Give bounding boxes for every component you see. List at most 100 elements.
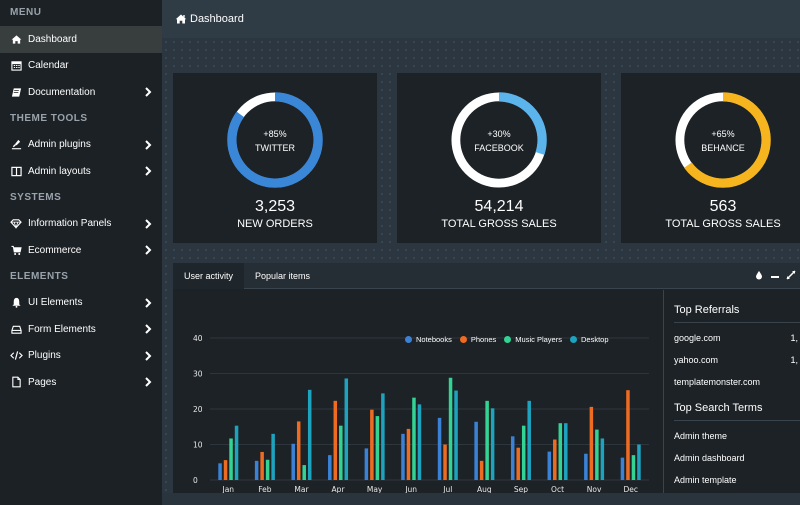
bar-desktop[interactable] (637, 444, 641, 481)
sidebar-item-documentation[interactable]: Documentation (0, 79, 162, 106)
referral-site: yahoo.com (674, 355, 719, 365)
search-term-row[interactable]: Admin dashboard (674, 447, 800, 469)
sidebar-item-pages[interactable]: Pages (0, 369, 162, 396)
bar-notebooks[interactable] (510, 436, 515, 480)
bar-phones[interactable] (479, 460, 484, 480)
color-drop-icon[interactable] (754, 270, 764, 280)
legend-item[interactable]: Desktop (569, 335, 609, 344)
bar-notebooks[interactable] (328, 455, 332, 480)
sidebar-item-label: Documentation (28, 86, 96, 98)
bar-desktop[interactable] (527, 400, 531, 480)
chevron-right-icon[interactable] (144, 140, 152, 150)
footer-strip (162, 493, 800, 505)
bar-notebooks[interactable] (620, 457, 625, 480)
bar-music-players[interactable] (558, 423, 563, 480)
bar-phones[interactable] (553, 439, 557, 480)
stat-label: TOTAL GROSS SALES (441, 218, 557, 230)
bar-notebooks[interactable] (437, 417, 442, 480)
home-icon (9, 32, 23, 46)
chevron-right-icon[interactable] (144, 351, 152, 361)
bar-music-players[interactable] (485, 400, 489, 480)
chevron-right-icon[interactable] (144, 377, 152, 387)
bar-desktop[interactable] (307, 389, 312, 480)
chevron-right-icon[interactable] (144, 298, 152, 308)
bar-music-players[interactable] (631, 455, 636, 480)
bar-notebooks[interactable] (474, 421, 478, 480)
eyedropper-icon (9, 138, 23, 152)
bar-phones[interactable] (223, 460, 228, 480)
bar-phones[interactable] (406, 428, 411, 480)
bar-phones[interactable] (626, 390, 630, 480)
bar-phones[interactable] (589, 406, 594, 480)
bar-music-players[interactable] (595, 429, 599, 480)
referral-row[interactable]: templatemonster.com (674, 371, 800, 393)
bar-music-players[interactable] (302, 465, 306, 480)
bar-notebooks[interactable] (364, 448, 369, 480)
sidebar-item-ecommerce[interactable]: Ecommerce (0, 237, 162, 264)
bar-music-players[interactable] (265, 459, 270, 480)
bar-desktop[interactable] (600, 438, 605, 480)
sidebar-item-calendar[interactable]: Calendar (0, 53, 162, 80)
stat-network: BEHANCE (701, 143, 745, 153)
sidebar-item-dashboard[interactable]: Dashboard (0, 26, 162, 53)
sidebar-item-information-panels[interactable]: Information Panels (0, 211, 162, 238)
bar-desktop[interactable] (564, 423, 568, 480)
sidebar-item-label: UI Elements (28, 297, 83, 309)
bar-desktop[interactable] (454, 390, 458, 480)
home-icon (175, 13, 187, 25)
search-term-row[interactable]: Admin template (674, 469, 800, 491)
bar-music-players[interactable] (412, 397, 416, 480)
bar-phones[interactable] (443, 444, 447, 481)
bar-phones[interactable] (516, 447, 520, 480)
sidebar-item-admin-layouts[interactable]: Admin layouts (0, 158, 162, 185)
panel-tools (754, 270, 796, 280)
chevron-right-icon[interactable] (144, 87, 152, 97)
file-icon (9, 375, 23, 389)
bar-notebooks[interactable] (547, 451, 552, 480)
bar-music-players[interactable] (375, 416, 380, 480)
bar-phones[interactable] (260, 451, 264, 480)
expand-icon[interactable] (786, 270, 796, 280)
chevron-right-icon[interactable] (144, 324, 152, 334)
bar-notebooks[interactable] (584, 453, 588, 480)
chevron-right-icon[interactable] (144, 245, 152, 255)
bar-phones[interactable] (370, 409, 374, 480)
sidebar-item-plugins[interactable]: Plugins (0, 343, 162, 370)
legend-item[interactable]: Phones (459, 335, 496, 344)
bar-desktop[interactable] (234, 425, 239, 480)
bar-desktop[interactable] (344, 378, 349, 480)
chevron-right-icon[interactable] (144, 219, 152, 229)
bar-music-players[interactable] (339, 425, 343, 480)
referral-row[interactable]: yahoo.com 1, (674, 349, 800, 371)
referral-site: google.com (674, 333, 721, 343)
bar-notebooks[interactable] (291, 443, 295, 480)
minimize-icon[interactable] (770, 270, 780, 280)
bar-desktop[interactable] (271, 433, 275, 480)
sidebar-item-ui-elements[interactable]: UI Elements (0, 290, 162, 317)
bar-notebooks[interactable] (401, 433, 405, 480)
bar-phones[interactable] (333, 400, 338, 480)
cart-icon (9, 243, 23, 257)
legend-item[interactable]: Notebooks (405, 335, 452, 344)
sidebar-item-form-elements[interactable]: Form Elements (0, 316, 162, 343)
search-term-row[interactable]: Admin theme (674, 425, 800, 447)
stat-percent: +65% (711, 129, 735, 139)
bar-desktop[interactable] (490, 408, 495, 480)
bar-notebooks[interactable] (254, 460, 259, 480)
sidebar-section-title: SYSTEMS (10, 191, 62, 203)
chevron-right-icon[interactable] (144, 166, 152, 176)
bar-desktop[interactable] (417, 404, 422, 480)
bar-desktop[interactable] (381, 393, 385, 480)
tab-popular-items[interactable]: Popular items (244, 263, 321, 289)
bar-music-players[interactable] (229, 438, 233, 480)
bar-music-players[interactable] (521, 425, 526, 480)
referral-count: 1, (790, 355, 798, 365)
tab-user-activity[interactable]: User activity (173, 263, 245, 289)
legend-item[interactable]: Music Players (504, 335, 562, 344)
x-tick-label: Dec (623, 485, 638, 493)
bar-phones[interactable] (296, 421, 301, 480)
sidebar-item-admin-plugins[interactable]: Admin plugins (0, 132, 162, 159)
bar-music-players[interactable] (448, 377, 453, 480)
referral-row[interactable]: google.com 1, (674, 327, 800, 349)
bar-notebooks[interactable] (218, 463, 222, 480)
